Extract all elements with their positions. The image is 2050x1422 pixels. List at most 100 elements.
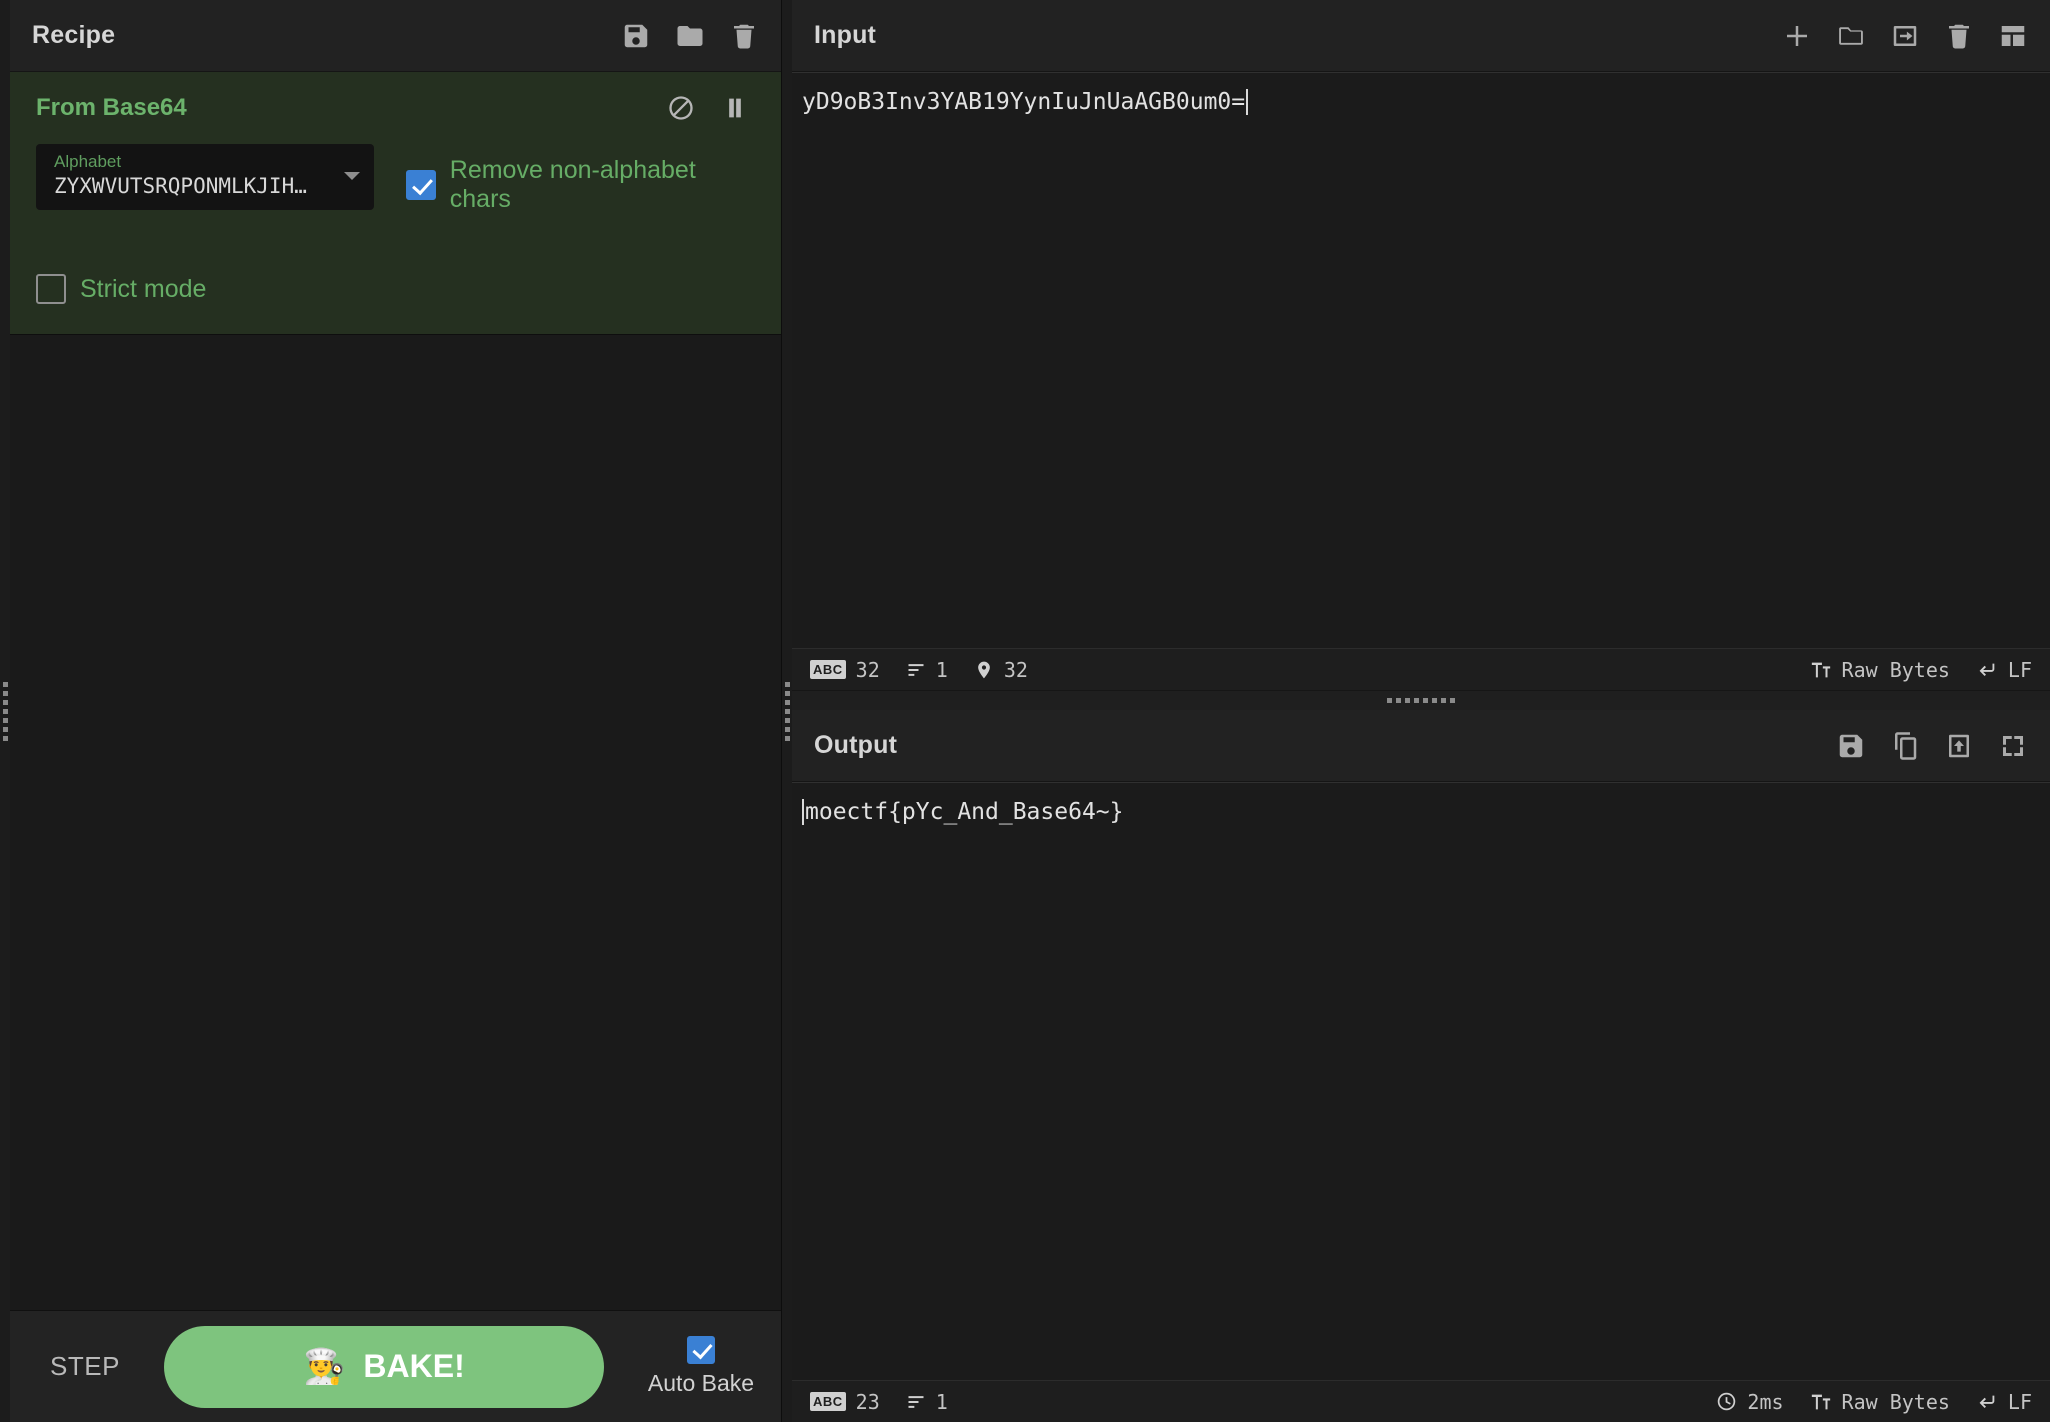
output-line-ending-value: LF [2007,1389,2032,1414]
clear-recipe-icon[interactable] [729,21,759,51]
clear-input-icon[interactable] [1944,21,1974,51]
operation-arguments: Alphabet ZYXWVUTSRQPONMLKJIH… Remove non… [36,144,755,214]
auto-bake-toggle[interactable]: Auto Bake [630,1336,754,1397]
output-line-count[interactable]: 1 [906,1390,948,1414]
input-output-splitter[interactable] [792,690,2050,710]
abc-icon: ABC [810,660,846,679]
remove-non-alphabet-checkbox[interactable] [405,170,436,200]
input-encoding[interactable]: Raw Bytes [1810,658,1950,682]
copy-output-icon[interactable] [1890,731,1920,761]
output-status-right: 2ms Raw Bytes LF [1716,1390,2032,1414]
add-input-tab-icon[interactable] [1782,21,1812,51]
recipe-title: Recipe [32,21,116,49]
input-line-ending[interactable]: LF [1976,658,2032,682]
line-ending-icon [1979,1395,1995,1408]
output-char-count-value: 23 [855,1389,880,1414]
strict-mode-checkbox[interactable] [36,274,66,304]
output-bake-time: 2ms [1716,1389,1784,1414]
output-cursor [802,799,804,825]
output-status-bar: ABC 23 1 2ms Raw Bytes LF [792,1380,2050,1422]
map-pin-icon [977,661,990,678]
output-line-ending[interactable]: LF [1976,1390,2032,1414]
input-header: Input [792,0,2050,72]
alphabet-label: Alphabet [54,152,122,171]
chevron-down-icon [343,172,360,180]
cyberchef-app: Recipe From Base64 Alphabet ZYXWVUTSRQPO… [0,0,2050,1422]
operation-header: From Base64 [36,94,755,122]
recipe-header: Recipe [10,0,781,72]
input-title: Input [814,21,877,49]
input-encoding-value: Raw Bytes [1841,657,1950,682]
operation-controls [667,94,755,122]
input-status-left: ABC 32 1 32 [810,658,1028,682]
output-text-line: moectf{pYc_And_Base64~} [792,797,2050,827]
input-cursor [1246,89,1249,115]
alphabet-value: ZYXWVUTSRQPONMLKJIH… [54,174,307,198]
output-encoding-value: Raw Bytes [1841,1389,1950,1414]
bake-button-label: BAKE! [363,1348,465,1384]
output-text: moectf{pYc_And_Base64~} [805,799,1124,825]
recipe-header-actions [621,21,759,51]
output-header: Output [792,710,2050,782]
auto-bake-label: Auto Bake [647,1370,755,1396]
strict-mode-label: Strict mode [80,274,207,303]
save-recipe-icon[interactable] [621,21,651,51]
input-cursor-position-value: 32 [1003,657,1028,682]
output-status-left: ABC 23 1 [810,1390,948,1414]
recipe-drop-area[interactable] [10,335,781,1310]
output-bake-time-value: 2ms [1747,1389,1784,1414]
save-output-icon[interactable] [1836,731,1866,761]
alphabet-select[interactable]: Alphabet ZYXWVUTSRQPONMLKJIH… [36,144,374,210]
output-char-count[interactable]: ABC 23 [810,1390,880,1414]
input-line-ending-value: LF [2007,657,2032,682]
output-encoding[interactable]: Raw Bytes [1810,1390,1950,1414]
output-header-actions [1836,731,2028,761]
reset-pane-layout-icon[interactable] [1998,21,2028,51]
strict-mode-checkbox-row[interactable]: Strict mode [36,262,755,304]
output-pane: Output moectf{pYc_And_Base64~} ABC 23 1 … [792,710,2050,1422]
input-line-count[interactable]: 1 [906,658,948,682]
input-pane: Input yD9oB3Inv3YAB19YynIuJnUaAGB0um0= A… [792,0,2050,690]
splitter-grip-icon [784,681,790,741]
open-file-as-input-icon[interactable] [1890,21,1920,51]
recipe-pane: Recipe From Base64 Alphabet ZYXWVUTSRQPO… [10,0,782,1422]
input-status-bar: ABC 32 1 32 Raw Bytes LF [792,648,2050,690]
input-char-count-value: 32 [855,657,880,682]
bake-controls-bar: STEP 👨‍🍳 BAKE! Auto Bake [10,1310,781,1422]
replace-input-with-output-icon[interactable] [1944,731,1974,761]
chef-icon: 👨‍🍳 [303,1347,346,1386]
maximise-output-icon[interactable] [1998,731,2028,761]
step-button[interactable]: STEP [32,1351,138,1382]
remove-non-alphabet-label: Remove non-alphabet chars [449,156,696,213]
output-title: Output [814,731,898,759]
left-edge-splitter[interactable] [0,0,10,1422]
input-text-line: yD9oB3Inv3YAB19YynIuJnUaAGB0um0= [792,87,2050,117]
input-editor[interactable]: yD9oB3Inv3YAB19YynIuJnUaAGB0um0= [792,72,2050,648]
load-recipe-icon[interactable] [675,21,705,51]
input-char-count[interactable]: ABC 32 [810,658,880,682]
io-column: Input yD9oB3Inv3YAB19YynIuJnUaAGB0um0= A… [792,0,2050,1422]
input-text: yD9oB3Inv3YAB19YynIuJnUaAGB0um0= [802,89,1246,115]
input-cursor-position[interactable]: 32 [974,658,1028,682]
output-editor[interactable]: moectf{pYc_And_Base64~} [792,782,2050,1380]
lines-icon [908,663,924,676]
splitter-grip-icon [2,681,8,741]
operation-from-base64[interactable]: From Base64 Alphabet ZYXWVUTSRQPONMLKJIH… [10,72,781,335]
set-breakpoint-icon[interactable] [721,94,749,122]
output-line-count-value: 1 [935,1389,948,1414]
open-folder-as-input-icon[interactable] [1836,21,1866,51]
clock-icon [1718,1392,1736,1411]
character-encoding-icon [1811,1394,1830,1409]
remove-non-alphabet-checkbox-row[interactable]: Remove non-alphabet chars [405,144,755,214]
auto-bake-checkbox[interactable] [686,1336,715,1364]
lines-icon [908,1395,924,1408]
input-header-actions [1782,21,2028,51]
splitter-grip-icon [1387,698,1455,703]
disable-operation-icon[interactable] [667,94,695,122]
abc-icon: ABC [810,1392,846,1411]
line-ending-icon [1979,663,1995,676]
recipe-operation-list: From Base64 Alphabet ZYXWVUTSRQPONMLKJIH… [10,72,781,335]
operation-title: From Base64 [36,94,187,121]
bake-button[interactable]: 👨‍🍳 BAKE! [163,1325,604,1408]
recipe-io-splitter[interactable] [782,0,792,1422]
